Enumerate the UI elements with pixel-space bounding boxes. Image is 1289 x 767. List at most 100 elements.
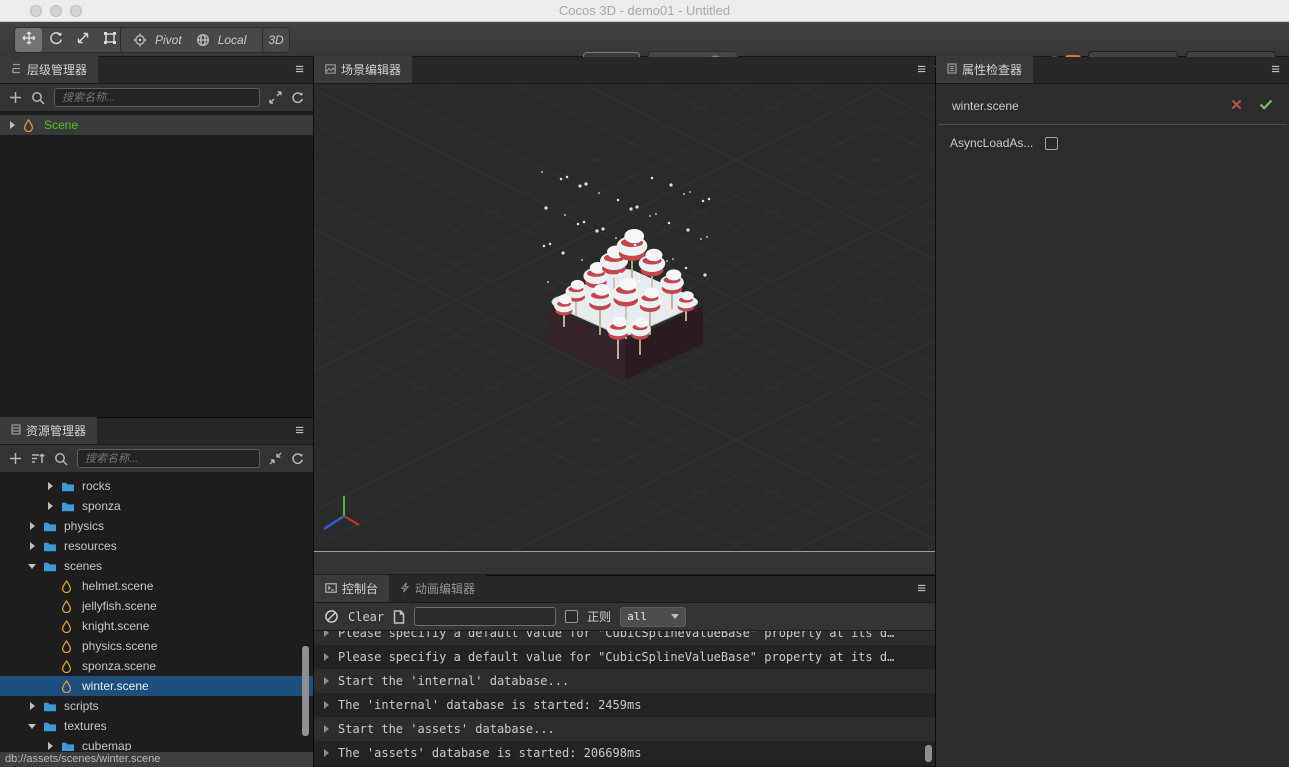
asset-row-jellyfish.scene[interactable]: jellyfish.scene (0, 596, 313, 616)
arrow-right-icon[interactable] (46, 501, 57, 511)
asset-row-resources[interactable]: resources (0, 536, 313, 556)
toggle-3d-button[interactable]: 3D (262, 27, 290, 53)
console-scrollbar[interactable] (925, 745, 932, 762)
hierarchy-node-scene[interactable]: Scene (0, 115, 313, 135)
log-entry[interactable]: Start the 'assets' database... (314, 717, 935, 741)
refresh-icon[interactable] (291, 91, 304, 104)
console-filter-input[interactable] (414, 607, 556, 626)
tab-console[interactable]: 控制台 (314, 575, 389, 602)
transform-tool-group (14, 27, 124, 53)
log-entry[interactable]: The 'assets' database is started: 206698… (314, 741, 935, 765)
arrow-right-icon[interactable] (46, 741, 57, 751)
asset-row-scripts[interactable]: scripts (0, 696, 313, 716)
log-entry[interactable]: Please specifiy a default value for "Cub… (314, 645, 935, 669)
scene-menu-icon[interactable]: ≡ (917, 62, 926, 78)
clear-icon[interactable] (324, 609, 339, 624)
arrow-down-icon[interactable] (28, 561, 39, 571)
asset-row-physics[interactable]: physics (0, 516, 313, 536)
add-asset-button[interactable] (9, 452, 22, 465)
add-node-button[interactable] (9, 91, 22, 104)
async-load-checkbox[interactable] (1045, 137, 1058, 150)
sort-icon[interactable] (31, 452, 45, 465)
asset-row-sponza[interactable]: sponza (0, 496, 313, 516)
asset-row-helmet.scene[interactable]: helmet.scene (0, 576, 313, 596)
asset-label: physics.scene (82, 639, 157, 653)
log-file-icon[interactable] (393, 610, 405, 624)
pivot-icon[interactable] (133, 33, 147, 47)
assets-toolbar (0, 445, 313, 473)
window-zoom-button[interactable] (70, 5, 82, 17)
log-expand-icon[interactable] (324, 725, 329, 733)
log-expand-icon[interactable] (324, 701, 329, 709)
move-icon (22, 31, 36, 50)
log-expand-icon[interactable] (324, 749, 329, 757)
log-expand-icon[interactable] (324, 631, 329, 637)
log-entry[interactable]: Start the 'internal' database... (314, 669, 935, 693)
arrow-right-icon[interactable] (8, 120, 19, 130)
arrow-spacer (46, 681, 57, 691)
asset-row-scenes[interactable]: scenes (0, 556, 313, 576)
globe-icon[interactable] (196, 33, 210, 47)
arrow-down-icon[interactable] (28, 721, 39, 731)
scene-viewport[interactable] (314, 84, 935, 551)
pivot-mode-label[interactable]: Pivot (155, 33, 182, 47)
assets-menu-icon[interactable]: ≡ (295, 423, 304, 439)
window-minimize-button[interactable] (50, 5, 62, 17)
window-close-button[interactable] (30, 5, 42, 17)
arrow-spacer (46, 601, 57, 611)
console-menu-icon[interactable]: ≡ (917, 581, 926, 597)
collapse-all-icon[interactable] (269, 452, 282, 465)
asset-label: rocks (82, 479, 111, 493)
rotate-tool-button[interactable] (42, 28, 69, 52)
move-tool-button[interactable] (15, 28, 42, 52)
expand-all-icon[interactable] (269, 91, 282, 104)
tab-scene-editor[interactable]: 场景编辑器 (314, 56, 412, 83)
revert-icon[interactable] (1231, 97, 1242, 115)
inspector-tabbar: 属性检查器 ≡ (936, 57, 1289, 84)
log-expand-icon[interactable] (324, 677, 329, 685)
hierarchy-search-input[interactable] (54, 88, 260, 107)
tab-animation-editor[interactable]: 动画编辑器 (389, 575, 486, 602)
assets-tab-label: 资源管理器 (26, 422, 86, 439)
asset-row-cubemap[interactable]: cubemap (0, 736, 313, 751)
tab-assets[interactable]: 资源管理器 (0, 417, 97, 444)
scene-file-icon (61, 680, 77, 693)
asset-row-sponza.scene[interactable]: sponza.scene (0, 656, 313, 676)
tab-inspector[interactable]: 属性检查器 (936, 56, 1033, 83)
asset-row-physics.scene[interactable]: physics.scene (0, 636, 313, 656)
asset-row-textures[interactable]: textures (0, 716, 313, 736)
rect-tool-button[interactable] (96, 28, 123, 52)
scene-file-icon (61, 580, 77, 593)
window-title: Cocos 3D - demo01 - Untitled (0, 0, 1289, 21)
arrow-spacer (46, 661, 57, 671)
log-entry[interactable]: The 'internal' database is started: 2459… (314, 693, 935, 717)
arrow-right-icon[interactable] (28, 701, 39, 711)
apply-icon[interactable] (1259, 97, 1273, 115)
refresh-icon[interactable] (291, 452, 304, 465)
assets-scrollbar[interactable] (302, 646, 309, 736)
hierarchy-tabbar: 层级管理器 ≡ (0, 57, 313, 84)
inspector-menu-icon[interactable]: ≡ (1271, 62, 1280, 78)
hierarchy-menu-icon[interactable]: ≡ (295, 62, 304, 78)
log-expand-icon[interactable] (324, 653, 329, 661)
arrow-right-icon[interactable] (46, 481, 57, 491)
log-entry[interactable]: Please specifiy a default value for "Cub… (314, 631, 935, 645)
inspector-body: winter.scene AsyncLoadAs... (936, 84, 1289, 767)
regex-checkbox[interactable] (565, 610, 578, 623)
log-level-dropdown[interactable]: all (620, 607, 686, 627)
asset-row-knight.scene[interactable]: knight.scene (0, 616, 313, 636)
log-text: Start the 'internal' database... (338, 674, 569, 688)
scale-tool-button[interactable] (69, 28, 96, 52)
coordinate-mode-label[interactable]: Local (218, 33, 247, 47)
async-load-row: AsyncLoadAs... (936, 125, 1289, 161)
asset-row-rocks[interactable]: rocks (0, 476, 313, 496)
scene-editor-panel: 场景编辑器 ≡ (314, 57, 935, 575)
asset-header-row: winter.scene (938, 84, 1287, 125)
arrow-right-icon[interactable] (28, 541, 39, 551)
clear-button[interactable]: Clear (348, 610, 384, 624)
arrow-right-icon[interactable] (28, 521, 39, 531)
asset-label: sponza (82, 499, 121, 513)
asset-row-winter.scene[interactable]: winter.scene (0, 676, 313, 696)
assets-search-input[interactable] (77, 449, 260, 468)
tab-hierarchy[interactable]: 层级管理器 (0, 56, 98, 83)
